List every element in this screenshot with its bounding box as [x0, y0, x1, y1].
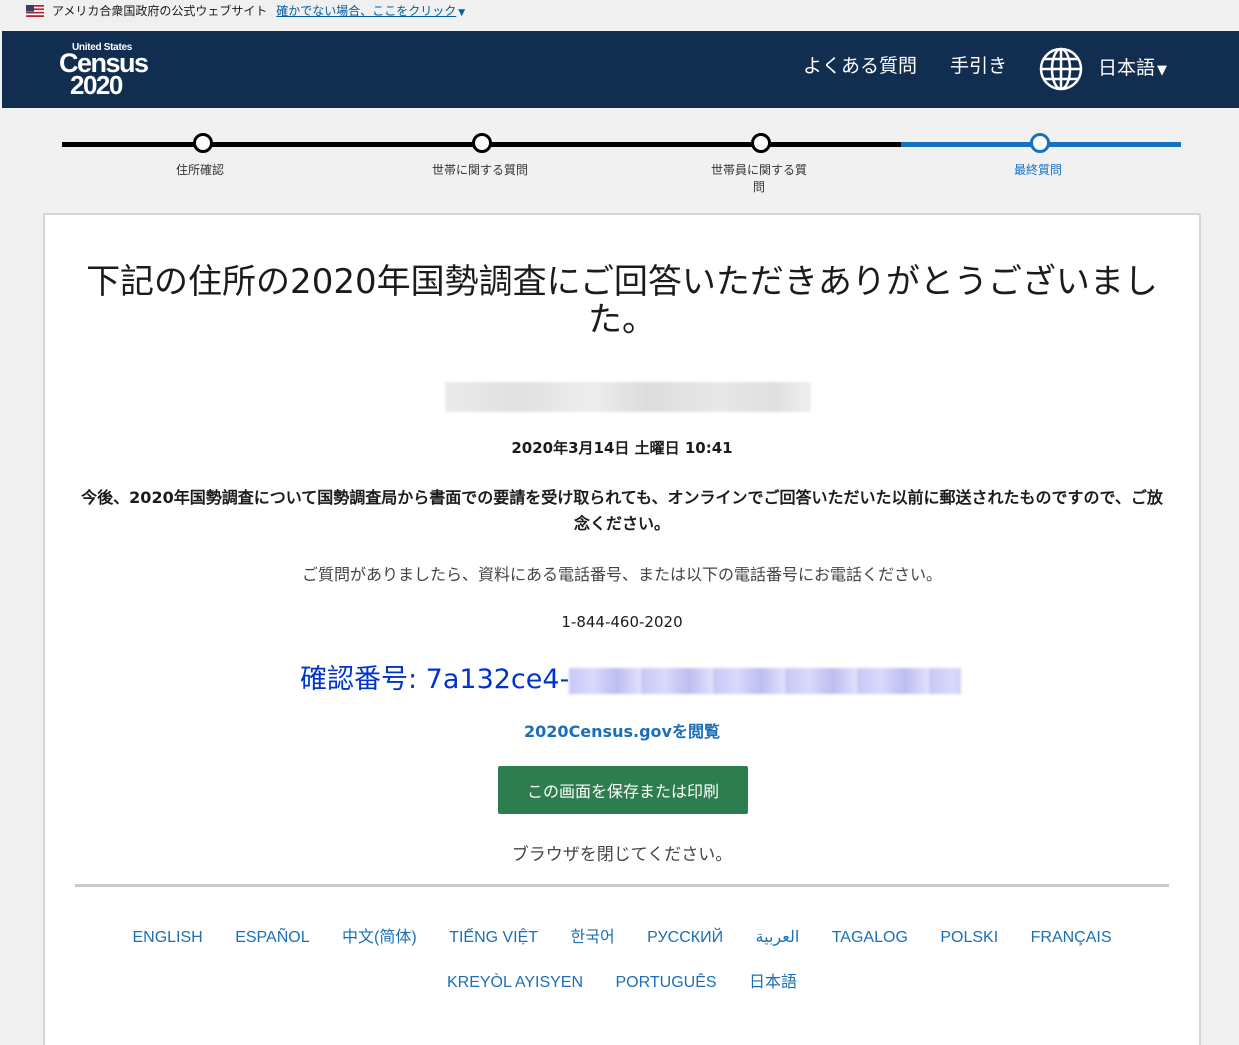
step-dot-final	[1030, 133, 1050, 153]
contact-text: ご質問がありましたら、資料にある電話番号、または以下の電話番号にお電話ください。	[301, 565, 942, 584]
caret-down-icon: ▼	[1157, 63, 1168, 78]
lang-link-vietnamese[interactable]: TIẾNG VIỆT	[449, 929, 538, 946]
us-flag-icon	[26, 5, 44, 17]
gov-banner-text: アメリカ合衆国政府の公式ウェブサイト	[52, 4, 268, 18]
close-browser-text: ブラウザを閉じてください。	[511, 845, 733, 865]
confirmation-card: 下記の住所の2020年国勢調査にご回答いただきありがとうございました。 2020…	[43, 213, 1201, 1045]
lang-link-haitian-creole[interactable]: KREYÒL AYISYEN	[447, 974, 583, 991]
lang-link-english[interactable]: ENGLISH	[132, 929, 202, 946]
gov-banner-link-label: 確かでない場合、ここをクリック	[276, 4, 457, 18]
save-print-button[interactable]: この画面を保存または印刷	[498, 766, 748, 814]
step-dot-household	[472, 133, 492, 153]
lang-link-japanese[interactable]: 日本語	[749, 974, 797, 991]
chevron-down-icon: ▼	[458, 8, 466, 18]
lang-link-portuguese[interactable]: PORTUGUÊS	[615, 974, 716, 991]
step-label-final: 最終質問	[1013, 163, 1062, 177]
lang-link-chinese[interactable]: 中文(简体)	[342, 929, 417, 946]
gov-banner-text-wrap: アメリカ合衆国政府の公式ウェブサイト 確かでない場合、ここをクリック ▼	[52, 0, 465, 24]
language-select-label: 日本語	[1098, 57, 1156, 79]
step-label-address: 住所確認	[175, 163, 224, 177]
page-title: 下記の住所の2020年国勢調査にご回答いただきありがとうございました。	[86, 262, 1158, 340]
language-links: ENGLISH ESPAÑOL 中文(简体) TIẾNG VIỆT 한국어 РУ…	[105, 915, 1139, 1005]
gov-banner-link[interactable]: 確かでない場合、ここをクリック ▼	[276, 4, 465, 18]
phone-number: 1-844-460-2020	[561, 613, 683, 631]
lang-link-arabic[interactable]: العربية	[756, 929, 800, 946]
step-label-household: 世帯に関する質問	[431, 163, 528, 177]
census-site-link[interactable]: 2020Census.govを閲覧	[45, 718, 1199, 742]
lang-link-russian[interactable]: РУССКИЙ	[647, 929, 723, 946]
lang-link-tagalog[interactable]: TAGALOG	[832, 929, 908, 946]
divider	[75, 884, 1169, 887]
step-dot-address	[193, 133, 213, 153]
progress-tracker: 住所確認 世帯に関する質問 世帯員に関する質問 最終質問	[0, 120, 1239, 200]
confirmation-label: 確認番号: 7a132ce4-	[300, 664, 570, 695]
gov-banner: アメリカ合衆国政府の公式ウェブサイト 確かでない場合、ここをクリック ▼	[0, 0, 1239, 22]
notice-text: 今後、2020年国勢調査について国勢調査局から書面での要請を受け取られても、オン…	[81, 488, 1163, 533]
globe-icon[interactable]	[1038, 46, 1084, 92]
redacted-address	[445, 382, 811, 412]
nav-guide-link[interactable]: 手引き	[950, 51, 1007, 78]
submission-datetime: 2020年3月14日 土曜日 10:41	[511, 439, 733, 457]
lang-link-french[interactable]: FRANÇAIS	[1031, 929, 1112, 946]
lang-link-spanish[interactable]: ESPAÑOL	[235, 929, 309, 946]
nav-faq-link[interactable]: よくある質問	[803, 51, 917, 78]
confirmation-number: 確認番号: 7a132ce4-	[300, 657, 962, 696]
logo-year-text: 2020	[70, 70, 123, 100]
language-select[interactable]: 日本語 ▼	[1098, 53, 1167, 80]
step-label-members: 世帯員に関する質問	[710, 163, 807, 194]
lang-link-polish[interactable]: POLSKI	[940, 929, 998, 946]
census-logo[interactable]: United States Census 2020	[58, 42, 149, 100]
site-header: United States Census 2020 よくある質問 手引き 日本語…	[2, 31, 1239, 108]
step-dot-members	[751, 133, 771, 153]
redacted-confirmation	[569, 667, 962, 694]
lang-link-korean[interactable]: 한국어	[571, 929, 615, 946]
